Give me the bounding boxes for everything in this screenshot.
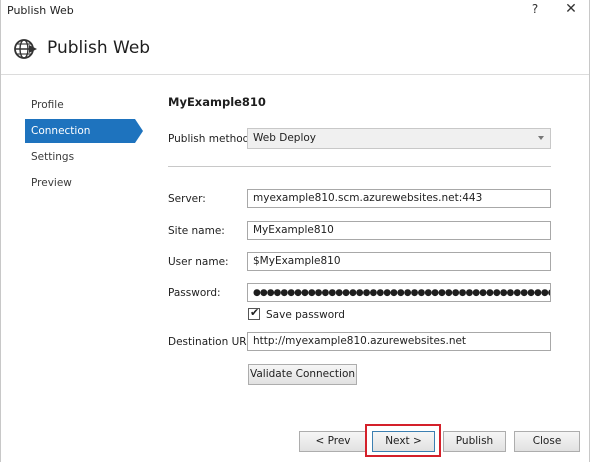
nav-item-profile[interactable]: Profile bbox=[25, 93, 135, 117]
prev-button[interactable]: < Prev bbox=[299, 431, 367, 452]
window-title: Publish Web bbox=[7, 4, 74, 17]
nav-item-label: Preview bbox=[31, 177, 72, 189]
dialog-header: Publish Web bbox=[1, 24, 589, 75]
server-input[interactable]: myexample810.scm.azurewebsites.net:443 bbox=[247, 189, 551, 208]
validate-connection-button[interactable]: Validate Connection bbox=[248, 364, 357, 385]
close-button[interactable]: Close bbox=[514, 431, 580, 452]
site-name-label: Site name: bbox=[168, 225, 225, 237]
dialog-title: Publish Web bbox=[47, 38, 151, 58]
next-button-highlight bbox=[365, 424, 441, 457]
nav-item-label: Profile bbox=[31, 99, 64, 111]
destination-url-label: Destination URL: bbox=[168, 336, 256, 348]
site-name-input[interactable]: MyExample810 bbox=[247, 221, 551, 240]
close-icon[interactable]: ✕ bbox=[563, 1, 579, 17]
nav-item-settings[interactable]: Settings bbox=[25, 145, 135, 169]
nav-item-preview[interactable]: Preview bbox=[25, 171, 135, 195]
publish-web-dialog: Publish Web ? ✕ Publish Web Profile Conn… bbox=[0, 0, 590, 462]
destination-url-input[interactable]: http://myexample810.azurewebsites.net bbox=[247, 332, 551, 351]
password-input[interactable]: ●●●●●●●●●●●●●●●●●●●●●●●●●●●●●●●●●●●●●●●●… bbox=[247, 283, 551, 302]
user-name-input[interactable]: $MyExample810 bbox=[247, 252, 551, 271]
chevron-down-icon bbox=[538, 136, 544, 140]
user-name-label: User name: bbox=[168, 256, 229, 268]
publish-method-label: Publish method: bbox=[168, 133, 253, 145]
title-bar: Publish Web ? ✕ bbox=[1, 0, 589, 22]
password-label: Password: bbox=[168, 287, 221, 299]
server-label: Server: bbox=[168, 193, 206, 205]
divider bbox=[168, 166, 551, 167]
checkmark-icon: ✔ bbox=[250, 306, 260, 319]
password-mask: ●●●●●●●●●●●●●●●●●●●●●●●●●●●●●●●●●●●●●●●●… bbox=[253, 288, 550, 298]
publish-method-value: Web Deploy bbox=[253, 132, 316, 144]
profile-name: MyExample810 bbox=[168, 95, 266, 109]
nav-item-label: Connection bbox=[31, 125, 91, 137]
globe-publish-icon bbox=[14, 39, 37, 59]
publish-button[interactable]: Publish bbox=[443, 431, 506, 452]
nav-item-connection[interactable]: Connection bbox=[25, 119, 143, 143]
save-password-checkbox[interactable]: ✔ bbox=[248, 306, 260, 320]
nav-item-label: Settings bbox=[31, 151, 75, 163]
wizard-nav: Profile Connection Settings Preview bbox=[25, 93, 143, 197]
save-password-label: Save password bbox=[266, 309, 345, 321]
help-icon[interactable]: ? bbox=[527, 2, 543, 18]
publish-method-select[interactable]: Web Deploy bbox=[247, 128, 551, 149]
